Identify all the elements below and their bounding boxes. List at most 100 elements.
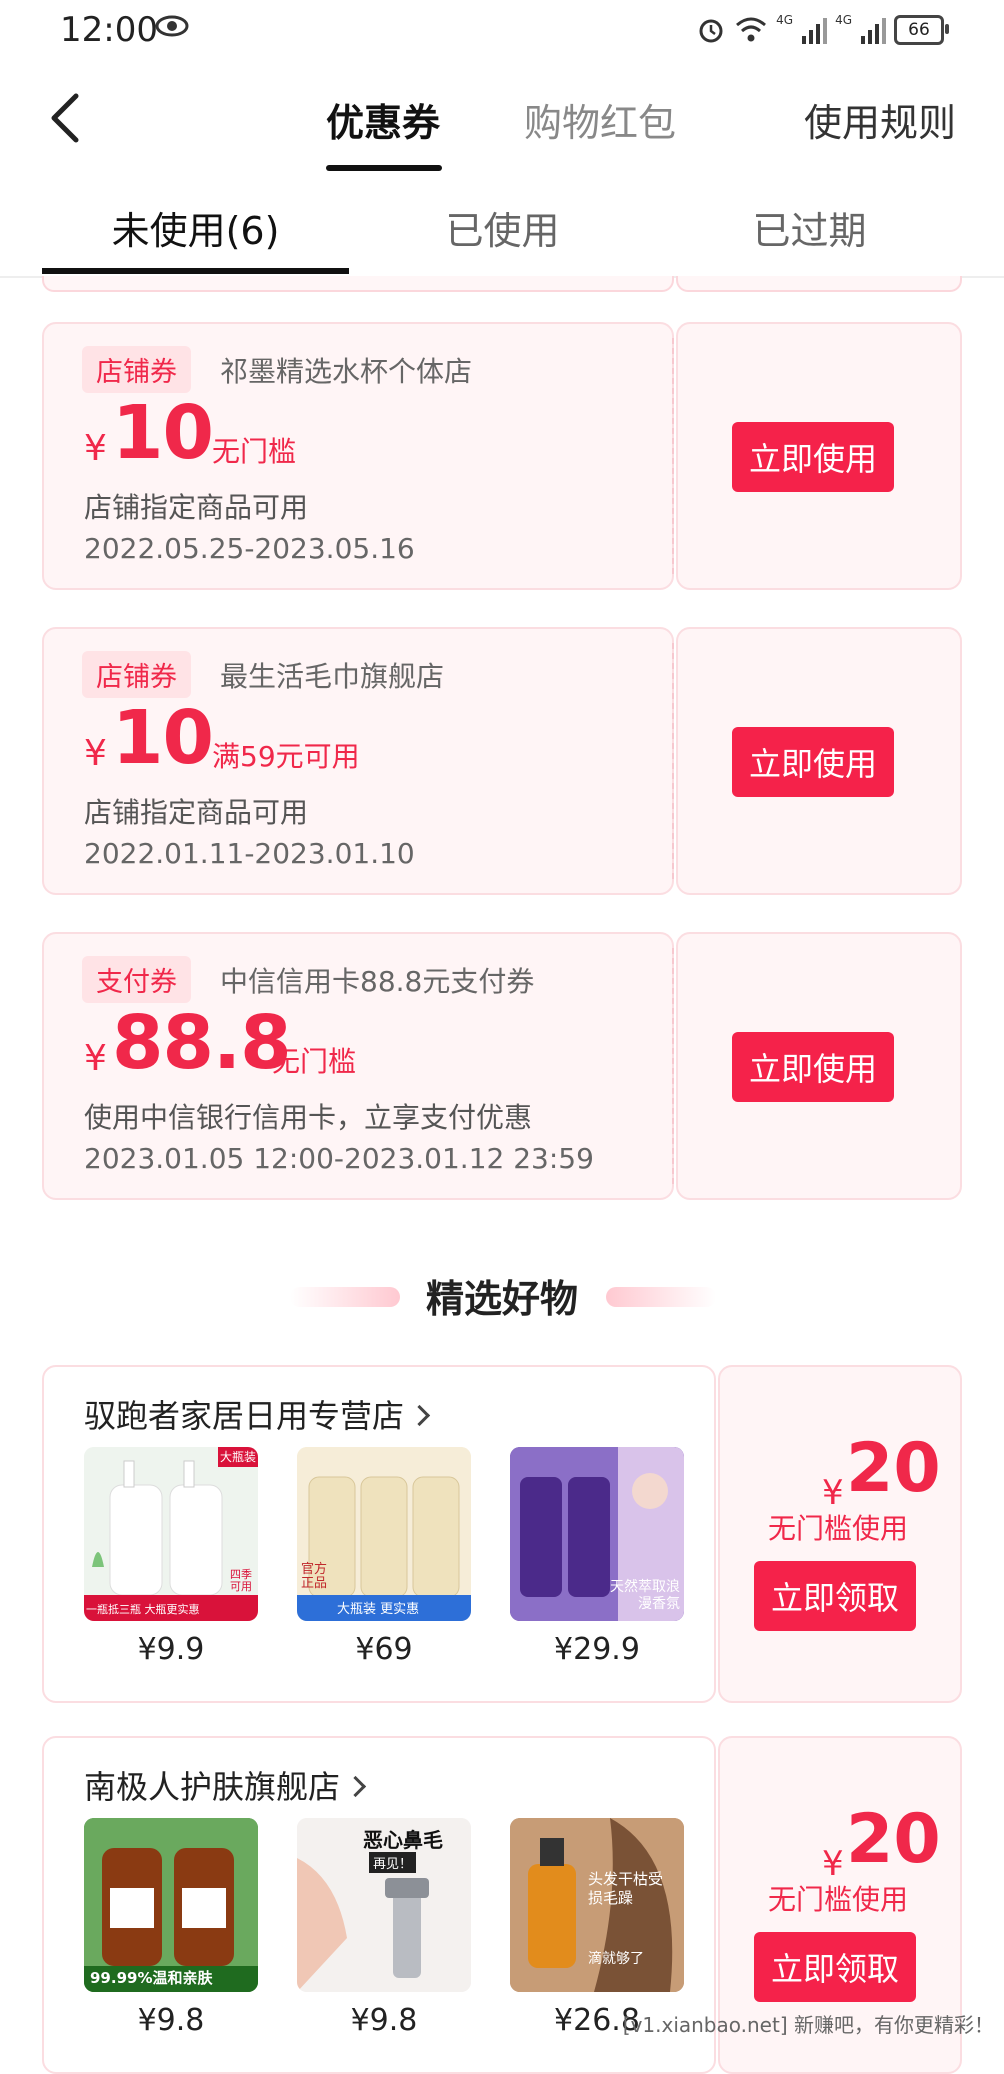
product-thumbnail[interactable]: 官方正品 大瓶装 更实惠 (297, 1447, 471, 1621)
coupon-body: 支付券 中信信用卡88.8元支付券 ¥ 88.8 无门槛 使用中信银行信用卡，立… (42, 932, 674, 1200)
product-price: ¥29.9 (554, 1632, 640, 1667)
wifi-icon (736, 17, 767, 42)
section-title: 精选好物 (425, 1277, 578, 1321)
product-image (84, 1818, 258, 1992)
coupon-condition: 满59元可用 (212, 740, 360, 773)
product-thumbnail[interactable]: 天然萃取浪漫香氛 (510, 1447, 684, 1621)
subtab-used[interactable]: 已使用 (349, 200, 656, 255)
coupon-shop-name: 祁墨精选水杯个体店 (220, 355, 473, 388)
product-badge: 滴就够了 (588, 1951, 644, 1967)
use-now-button[interactable]: 立即使用 (732, 422, 894, 492)
coupon-shop-name: 中信信用卡88.8元支付券 (220, 965, 535, 998)
coupon-condition: 无门槛 (272, 1045, 357, 1078)
product-price: ¥9.9 (137, 1632, 205, 1667)
coupon-divider (672, 948, 674, 1184)
coupon-description: 店铺指定商品可用 (84, 796, 309, 829)
shop-coupon-condition: 无门槛使用 (767, 1512, 908, 1545)
coupon-tag: 店铺券 (82, 346, 191, 393)
subtab-unused[interactable]: 未使用(6) (42, 200, 349, 255)
coupon-divider (672, 643, 674, 879)
product-thumbnail[interactable]: 大瓶装 一瓶抵三瓶 大瓶更实惠 四季可用 (84, 1447, 258, 1621)
coupon-body: 店铺券 最生活毛巾旗舰店 ¥ 10 满59元可用 店铺指定商品可用 2022.0… (42, 627, 674, 895)
previous-coupon-edge (676, 276, 962, 292)
chevron-right-icon (344, 1775, 367, 1798)
product-image (84, 1447, 258, 1621)
sub-tabs: 未使用(6) 已使用 已过期 (0, 180, 1004, 278)
claim-now-button[interactable]: 立即领取 (754, 1932, 916, 2002)
header: 优惠券 购物红包 使用规则 (0, 70, 1004, 175)
coupon-amount: 10 (112, 695, 214, 781)
product-badge: 头发干枯受损毛躁 (588, 1870, 664, 1907)
subtab-expired[interactable]: 已过期 (656, 200, 963, 255)
currency-symbol: ¥ (84, 733, 107, 774)
shop-name-link[interactable]: 驭跑者家居日用专营店 (84, 1391, 431, 1437)
product-badge: 天然萃取浪漫香氛 (610, 1579, 680, 1612)
coupon-card: 店铺券 祁墨精选水杯个体店 ¥ 10 无门槛 店铺指定商品可用 2022.05.… (42, 322, 962, 590)
back-arrow-icon[interactable] (42, 88, 92, 148)
coupon-card: 支付券 中信信用卡88.8元支付券 ¥ 88.8 无门槛 使用中信银行信用卡，立… (42, 932, 962, 1200)
product-thumbnail[interactable]: 恶心鼻毛 再见！ (297, 1818, 471, 1992)
use-now-button[interactable]: 立即使用 (732, 1032, 894, 1102)
use-now-button[interactable]: 立即使用 (732, 727, 894, 797)
status-icons: 4G 4G 66 (696, 12, 949, 48)
shop-products-area: 南极人护肤旗舰店 99.99%温和亲肤 ¥9.8 恶心鼻毛 再见！ ¥9.8 头… (42, 1736, 716, 2074)
usage-rules-link[interactable]: 使用规则 (804, 92, 956, 147)
tab-coupons[interactable]: 优惠券 (326, 92, 440, 147)
shop-coupon-amount: 20 (846, 1429, 941, 1508)
currency-symbol: ¥ (84, 428, 107, 469)
battery-icon: 66 (894, 15, 949, 45)
shop-products-area: 驭跑者家居日用专营店 大瓶装 一瓶抵三瓶 大瓶更实惠 四季可用 ¥9.9 官方正… (42, 1365, 716, 1703)
eye-icon (155, 15, 189, 37)
shop-recommend-card: 驭跑者家居日用专营店 大瓶装 一瓶抵三瓶 大瓶更实惠 四季可用 ¥9.9 官方正… (42, 1365, 962, 1703)
product-badge: 99.99%温和亲肤 (90, 1969, 213, 1987)
product-thumbnail[interactable]: 99.99%温和亲肤 (84, 1818, 258, 1992)
previous-coupon-edge (42, 276, 674, 292)
tab-active-underline (326, 165, 442, 171)
coupon-tag: 店铺券 (82, 651, 191, 698)
coupon-description: 使用中信银行信用卡，立享支付优惠 (84, 1101, 533, 1134)
product-image (297, 1447, 471, 1621)
chevron-right-icon (408, 1404, 431, 1427)
coupon-card: 店铺券 最生活毛巾旗舰店 ¥ 10 满59元可用 店铺指定商品可用 2022.0… (42, 627, 962, 895)
product-thumbnail[interactable]: 头发干枯受损毛躁 滴就够了 (510, 1818, 684, 1992)
claim-now-button[interactable]: 立即领取 (754, 1561, 916, 1631)
section-decoration (606, 1287, 716, 1307)
watermark: [v1.xianbao.net] 新赚吧，有你更精彩！ (622, 2013, 994, 2037)
coupon-validity: 2022.05.25-2023.05.16 (84, 532, 415, 565)
product-badge: 官方正品 (301, 1562, 328, 1591)
product-badge: 大瓶装 更实惠 (337, 1602, 420, 1617)
status-time: 12:00 (60, 10, 158, 50)
product-badge: 四季可用 (230, 1568, 252, 1593)
product-badge: 一瓶抵三瓶 大瓶更实惠 (86, 1603, 200, 1616)
coupon-validity: 2023.01.05 12:00-2023.01.12 23:59 (84, 1142, 594, 1175)
shop-name-link[interactable]: 南极人护肤旗舰店 (84, 1762, 367, 1808)
network-label-2: 4G (835, 13, 852, 27)
coupon-divider (672, 338, 674, 574)
coupon-amount: 88.8 (112, 1000, 292, 1086)
shop-name: 驭跑者家居日用专营店 (84, 1397, 405, 1435)
alarm-icon (699, 19, 723, 43)
shop-name: 南极人护肤旗舰店 (84, 1768, 341, 1806)
coupon-condition: 无门槛 (212, 435, 297, 468)
product-badge: 大瓶装 (219, 1450, 256, 1464)
network-label-1: 4G (776, 13, 794, 27)
shop-coupon-amount: 20 (846, 1800, 941, 1879)
coupon-shop-name: 最生活毛巾旗舰店 (220, 660, 445, 693)
shop-coupon-condition: 无门槛使用 (767, 1883, 908, 1916)
product-price: ¥9.8 (350, 2003, 418, 2038)
product-badge: 恶心鼻毛 (363, 1828, 443, 1852)
coupon-amount: 10 (112, 390, 214, 476)
product-price: ¥9.8 (137, 2003, 205, 2038)
product-price: ¥69 (355, 1632, 413, 1667)
product-badge: 再见！ (369, 1852, 417, 1873)
tab-shopping-red-packet[interactable]: 购物红包 (524, 92, 676, 147)
coupon-tag: 支付券 (82, 956, 191, 1003)
signal-icon (802, 18, 828, 44)
coupon-validity: 2022.01.11-2023.01.10 (84, 837, 415, 870)
subtab-active-underline (42, 268, 349, 274)
signal-icon (861, 18, 886, 44)
currency-symbol: ¥ (84, 1038, 107, 1079)
coupon-description: 店铺指定商品可用 (84, 491, 309, 524)
coupon-body: 店铺券 祁墨精选水杯个体店 ¥ 10 无门槛 店铺指定商品可用 2022.05.… (42, 322, 674, 590)
status-bar: 12:00 4G 4G 66 (0, 0, 1004, 62)
